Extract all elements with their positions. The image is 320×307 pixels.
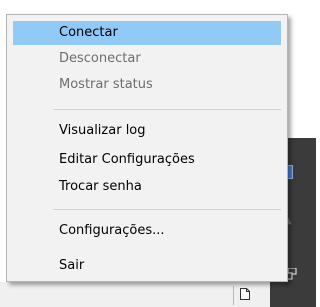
menu-item-conectar[interactable]: Conectar	[13, 21, 281, 45]
menu-separator	[53, 109, 281, 110]
tray-context-menu: Conectar Desconectar Mostrar status Visu…	[6, 14, 288, 282]
menu-item-editar-configuracoes[interactable]: Editar Configurações	[13, 148, 281, 172]
menu-item-mostrar-status[interactable]: Mostrar status	[13, 73, 281, 97]
document-icon[interactable]	[240, 288, 250, 300]
menu-item-configuracoes[interactable]: Configurações...	[13, 219, 281, 243]
strip-divider	[233, 286, 234, 305]
menu-separator	[53, 209, 281, 210]
menu-item-desconectar[interactable]: Desconectar	[13, 47, 281, 71]
menu-item-trocar-senha[interactable]: Trocar senha	[13, 175, 281, 199]
bottom-strip	[0, 282, 270, 307]
menu-item-visualizar-log[interactable]: Visualizar log	[13, 119, 281, 143]
menu-item-sair[interactable]: Sair	[13, 254, 281, 278]
screen: ▲ Conectar Desconectar Mostrar status Vi…	[0, 0, 316, 307]
